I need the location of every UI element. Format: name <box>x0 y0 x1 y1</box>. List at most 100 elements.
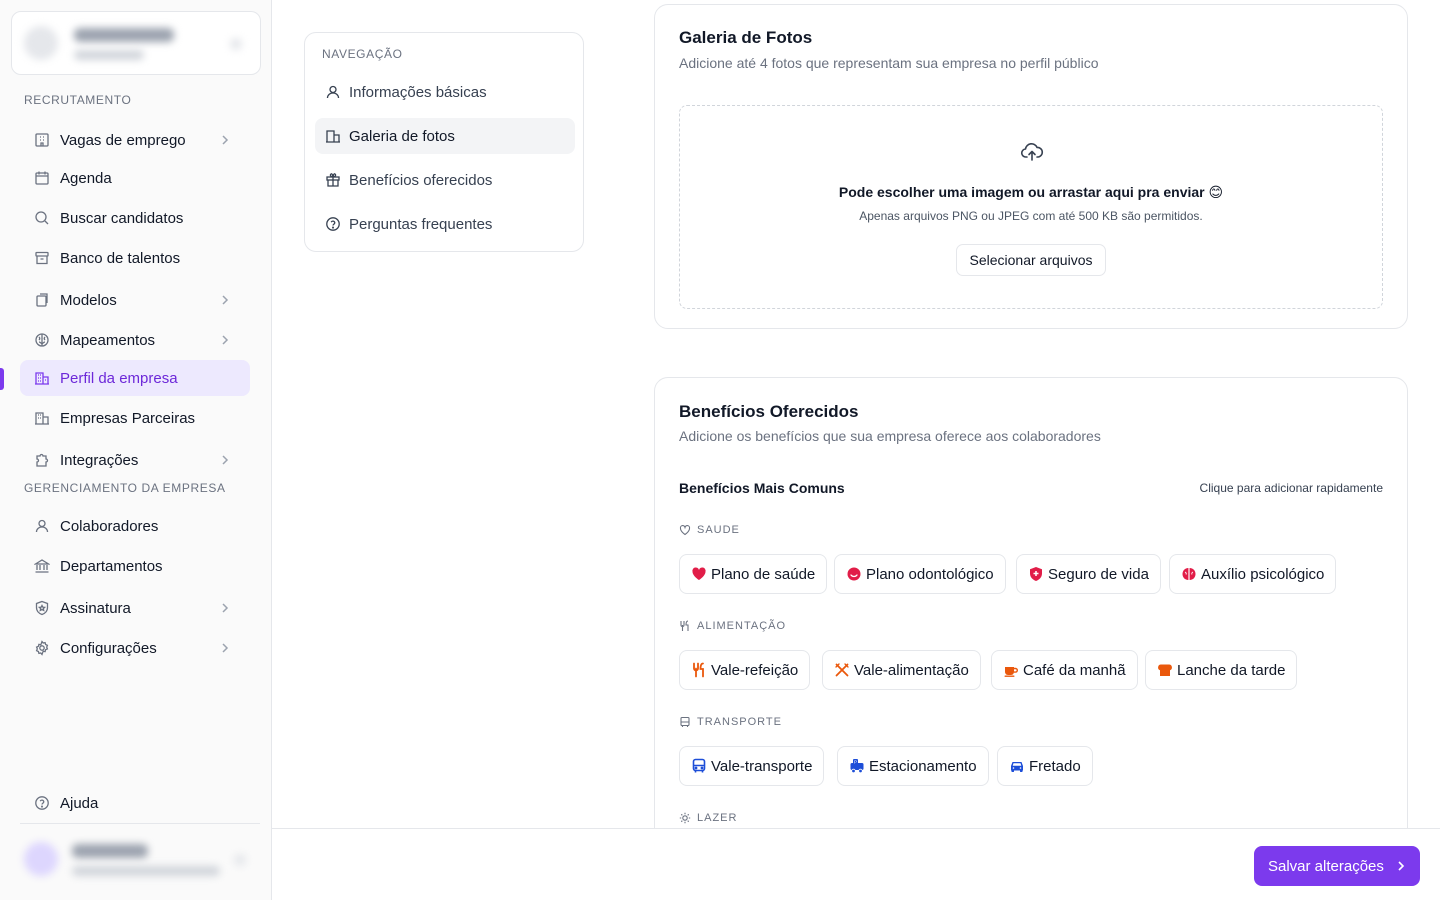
building-icon <box>34 410 50 426</box>
sidebar-item-help[interactable]: Ajuda <box>20 785 250 821</box>
common-benefits-title: Benefícios Mais Comuns <box>679 480 845 496</box>
benefit-chip-health-plan[interactable]: Plano de saúde <box>679 554 828 594</box>
category-label-food: ALIMENTAÇÃO <box>679 620 786 632</box>
select-files-button[interactable]: Selecionar arquivos <box>956 244 1106 276</box>
shield-plus-icon <box>1028 566 1044 582</box>
chevrons-icon <box>230 38 242 50</box>
chevron-right-icon <box>1398 861 1405 871</box>
benefit-chip-life-insurance[interactable]: Seguro de vida <box>1016 554 1161 594</box>
calendar-icon <box>34 170 50 186</box>
sidebar-item-templates[interactable]: Modelos <box>20 282 250 318</box>
common-benefits-hint: Clique para adicionar rapidamente <box>1199 481 1383 495</box>
dropzone-title: Pode escolher uma imagem ou arrastar aqu… <box>838 184 1224 200</box>
organization-switcher[interactable] <box>11 11 261 75</box>
benefit-chip-breakfast[interactable]: Café da manhã <box>991 650 1138 690</box>
benefit-chip-label: Plano odontológico <box>866 565 994 583</box>
page-nav-item-label: Informações básicas <box>349 83 487 101</box>
smile-icon <box>846 566 862 582</box>
chevron-right-icon <box>222 135 229 145</box>
parking-icon: P <box>849 758 865 774</box>
sidebar-item-jobs[interactable]: Vagas de emprego <box>20 122 250 158</box>
sidebar-item-label: Banco de talentos <box>60 249 181 267</box>
benefit-chip-label: Seguro de vida <box>1048 565 1149 583</box>
page-nav-item-photo-gallery[interactable]: Galeria de fotos <box>315 118 575 154</box>
benefit-chip-transport-voucher[interactable]: Vale-transporte <box>679 746 825 786</box>
copy-icon <box>34 292 50 308</box>
page-nav-item-faq[interactable]: Perguntas frequentes <box>315 206 575 242</box>
user-icon <box>34 518 50 534</box>
bus-icon <box>691 758 707 774</box>
benefit-chip-food-voucher[interactable]: Vale-alimentação <box>822 650 981 690</box>
organization-name <box>74 28 174 42</box>
benefit-chip-label: Vale-refeição <box>711 661 799 679</box>
benefit-chip-label: Auxílio psicológico <box>1201 565 1325 583</box>
building-icon <box>325 128 341 144</box>
search-icon <box>34 210 50 226</box>
help-circle-icon <box>325 216 341 232</box>
gear-icon <box>34 640 50 656</box>
sidebar-item-integrations[interactable]: Integrações <box>20 442 250 478</box>
gallery-subtitle: Adicione até 4 fotos que representam sua… <box>679 55 1099 71</box>
sidebar-item-label: Integrações <box>60 451 139 469</box>
benefit-chip-label: Vale-transporte <box>711 757 813 775</box>
sun-icon <box>679 812 691 824</box>
benefit-chip-chartered-bus[interactable]: Fretado <box>997 746 1093 786</box>
utensils-icon <box>691 662 707 678</box>
car-icon <box>1009 758 1025 774</box>
category-label-leisure: LAZER <box>679 812 737 824</box>
organization-subtitle <box>74 50 144 60</box>
heart-icon <box>691 566 707 582</box>
section-label-management: GERENCIAMENTO DA EMPRESA <box>24 481 226 495</box>
sidebar-item-label: Assinatura <box>60 599 131 617</box>
benefit-chip-psychological-support[interactable]: Auxílio psicológico <box>1169 554 1337 594</box>
benefit-chip-parking[interactable]: P Estacionamento <box>837 746 989 786</box>
cloud-upload-icon <box>1020 140 1044 164</box>
bank-icon <box>34 558 50 574</box>
avatar <box>24 842 58 876</box>
page-nav-item-label: Galeria de fotos <box>349 127 455 145</box>
building-icon <box>34 370 50 386</box>
organization-avatar <box>24 26 58 60</box>
sidebar-item-settings[interactable]: Configurações <box>20 630 250 666</box>
chevrons-icon <box>234 854 246 866</box>
user-name <box>72 844 148 858</box>
benefit-chip-dental-plan[interactable]: Plano odontológico <box>834 554 1006 594</box>
sidebar-item-label: Ajuda <box>60 794 99 812</box>
sidebar-item-partner-companies[interactable]: Empresas Parceiras <box>20 400 250 436</box>
benefit-chip-label: Estacionamento <box>869 757 977 775</box>
sidebar-item-label: Modelos <box>60 291 117 309</box>
chevron-right-icon <box>222 295 229 305</box>
user-icon <box>325 84 341 100</box>
sidebar-item-label: Departamentos <box>60 557 163 575</box>
brain-icon <box>34 332 50 348</box>
sidebar-item-label: Buscar candidatos <box>60 209 184 227</box>
sidebar-item-agenda[interactable]: Agenda <box>20 160 250 196</box>
sidebar: RECRUTAMENTO Vagas de emprego Agenda Bus… <box>0 0 272 900</box>
sidebar-item-company-profile[interactable]: Perfil da empresa <box>20 360 250 396</box>
divider <box>20 823 260 824</box>
user-email <box>72 866 220 876</box>
sidebar-item-departments[interactable]: Departamentos <box>20 548 250 584</box>
sidebar-item-mappings[interactable]: Mapeamentos <box>20 322 250 358</box>
benefit-chip-label: Vale-alimentação <box>854 661 969 679</box>
coffee-icon <box>1003 662 1019 678</box>
benefits-card: Benefícios Oferecidos Adicione os benefí… <box>654 377 1408 857</box>
save-changes-button[interactable]: Salvar alterações <box>1254 846 1420 886</box>
cutlery-cross-icon <box>834 662 850 678</box>
page-nav-item-basic-info[interactable]: Informações básicas <box>315 74 575 110</box>
sidebar-item-label: Perfil da empresa <box>60 369 178 387</box>
sidebar-item-search-candidates[interactable]: Buscar candidatos <box>20 200 250 236</box>
utensils-icon <box>679 620 691 632</box>
photo-dropzone[interactable]: Pode escolher uma imagem ou arrastar aqu… <box>679 105 1383 309</box>
dropzone-hint: Apenas arquivos PNG ou JPEG com até 500 … <box>859 209 1203 223</box>
section-label-recruitment: RECRUTAMENTO <box>24 93 132 107</box>
sidebar-item-subscription[interactable]: Assinatura <box>20 590 250 626</box>
chevron-right-icon <box>222 643 229 653</box>
benefit-chip-afternoon-snack[interactable]: Lanche da tarde <box>1145 650 1298 690</box>
chevron-right-icon <box>222 335 229 345</box>
page-nav-item-benefits[interactable]: Benefícios oferecidos <box>315 162 575 198</box>
user-menu[interactable] <box>20 832 260 892</box>
sidebar-item-employees[interactable]: Colaboradores <box>20 508 250 544</box>
sidebar-item-talent-pool[interactable]: Banco de talentos <box>20 240 250 276</box>
benefit-chip-meal-voucher[interactable]: Vale-refeição <box>679 650 811 690</box>
